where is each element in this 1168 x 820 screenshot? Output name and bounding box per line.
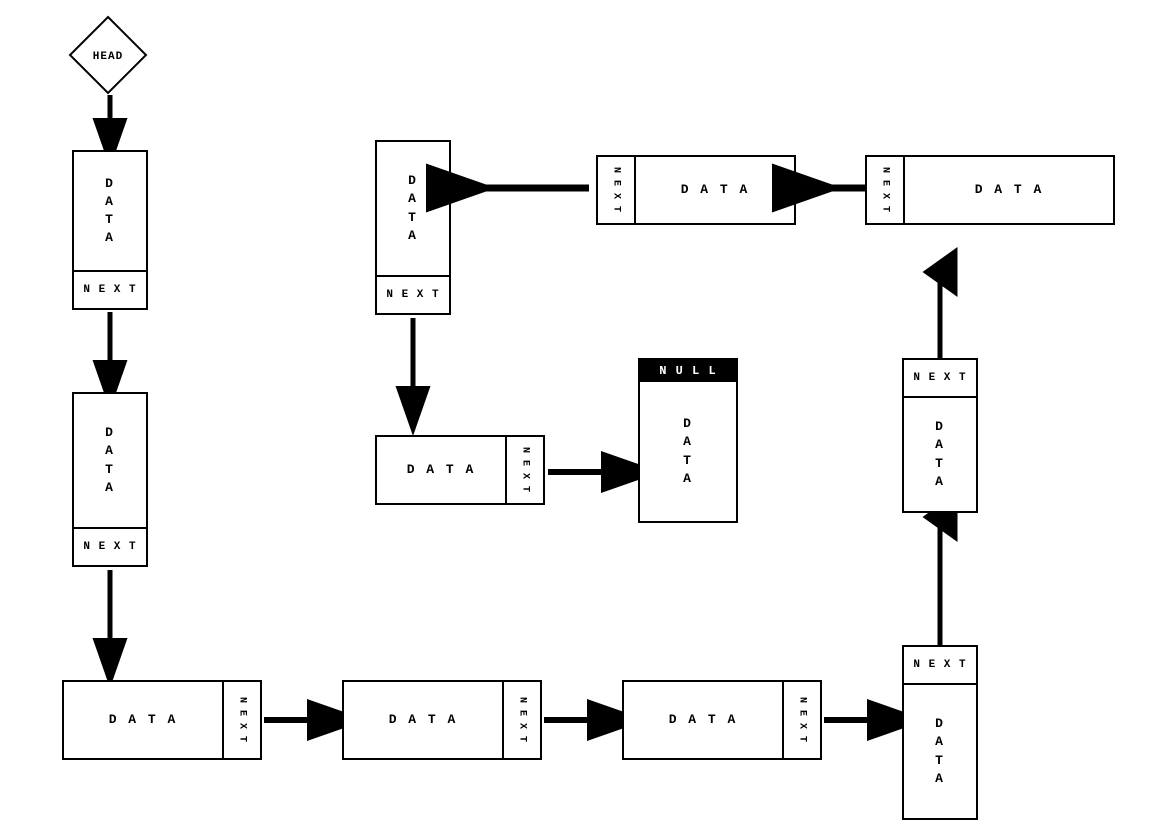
nodeA: DATA N E X T — [375, 140, 451, 315]
svg-text:HEAD: HEAD — [93, 51, 123, 63]
arrow-node2-down — [100, 570, 120, 670]
arrow-node5-right — [824, 710, 904, 730]
node6-next: N E X T — [904, 647, 976, 685]
nodeNull-data: DATA — [640, 382, 736, 521]
node1: DATA N E X T — [72, 150, 148, 310]
node3-next: N E X T — [222, 682, 260, 758]
arrow-node3-right — [264, 710, 344, 730]
arrow-head-to-node1 — [100, 95, 120, 150]
nodeB-data: D A T A — [636, 157, 794, 223]
node2-next: N E X T — [74, 527, 146, 565]
node7-data: DATA — [904, 398, 976, 511]
node7: N E X T DATA — [902, 358, 978, 513]
nodeB-next: N E X T — [598, 157, 636, 223]
node4: D A T A N E X T — [342, 680, 542, 760]
node2-data: DATA — [74, 394, 146, 527]
arrow-nodeD-right — [548, 462, 638, 482]
head-node: HEAD — [68, 15, 148, 95]
nodeA-data: DATA — [377, 142, 449, 275]
nodeC: N E X T D A T A — [865, 155, 1115, 225]
arrow-node7-up — [930, 265, 950, 363]
node6-data: DATA — [904, 685, 976, 818]
node2: DATA N E X T — [72, 392, 148, 567]
node5-next: N E X T — [782, 682, 820, 758]
nodeB: N E X T D A T A — [596, 155, 796, 225]
nodeC-data: D A T A — [905, 157, 1113, 223]
nodeD: D A T A N E X T — [375, 435, 545, 505]
arrow-node6-up — [930, 510, 950, 650]
node4-data: D A T A — [344, 682, 502, 758]
node4-next: N E X T — [502, 682, 540, 758]
nodeC-next: N E X T — [867, 157, 905, 223]
nodeD-data: D A T A — [377, 437, 505, 503]
diagram: HEAD DATA N E X T — [0, 0, 1168, 811]
node6: N E X T DATA — [902, 645, 978, 820]
nodeA-next: N E X T — [377, 275, 449, 313]
arrow-node4-right — [544, 710, 624, 730]
arrow-node1-down — [100, 312, 120, 392]
node3-data: D A T A — [64, 682, 222, 758]
null-label: N U L L — [640, 360, 736, 382]
arrow-top-center-left — [454, 178, 594, 198]
node7-next: N E X T — [904, 360, 976, 398]
node3: D A T A N E X T — [62, 680, 262, 760]
nodeNull: N U L L DATA — [638, 358, 738, 523]
node1-next: N E X T — [74, 270, 146, 308]
node1-data: DATA — [74, 152, 146, 270]
nodeD-next: N E X T — [505, 437, 543, 503]
node5: D A T A N E X T — [622, 680, 822, 760]
node5-data: D A T A — [624, 682, 782, 758]
arrow-nodeA-down — [403, 318, 423, 418]
